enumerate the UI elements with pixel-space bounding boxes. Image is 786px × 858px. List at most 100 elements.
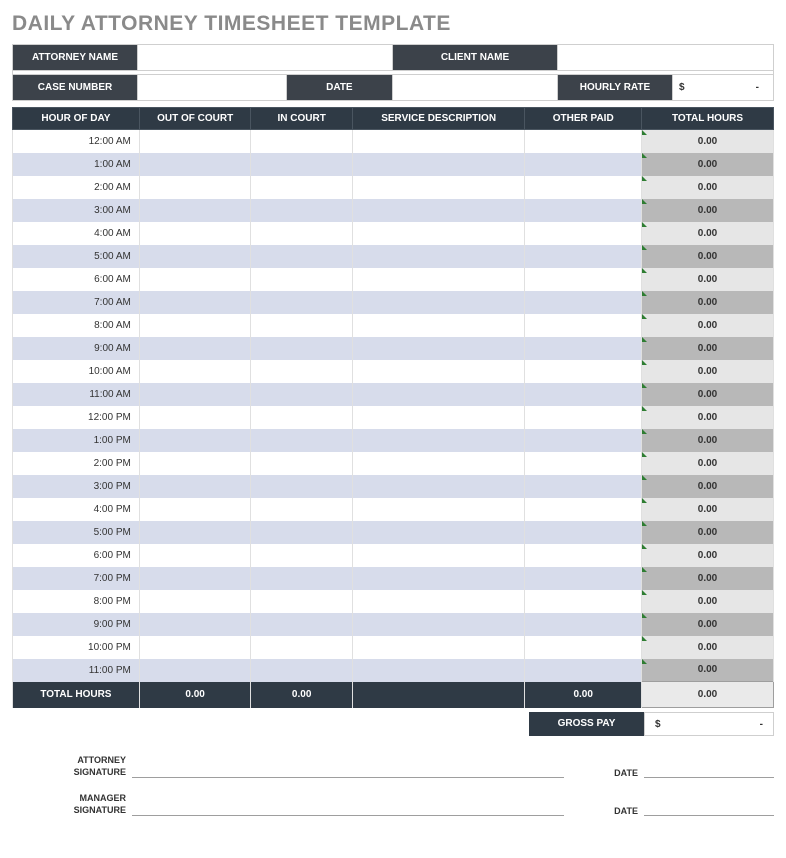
cell-desc[interactable] <box>352 659 524 682</box>
attorney-date-line[interactable] <box>644 756 774 778</box>
cell-desc[interactable] <box>352 429 524 452</box>
cell-desc[interactable] <box>352 498 524 521</box>
manager-signature-line[interactable] <box>132 794 564 816</box>
case-number-field[interactable] <box>138 75 287 101</box>
cell-out[interactable] <box>139 291 251 314</box>
cell-in[interactable] <box>251 337 352 360</box>
cell-out[interactable] <box>139 521 251 544</box>
cell-other[interactable] <box>525 475 642 498</box>
cell-desc[interactable] <box>352 130 524 153</box>
cell-in[interactable] <box>251 475 352 498</box>
cell-in[interactable] <box>251 245 352 268</box>
cell-desc[interactable] <box>352 475 524 498</box>
cell-desc[interactable] <box>352 406 524 429</box>
cell-in[interactable] <box>251 153 352 176</box>
cell-other[interactable] <box>525 337 642 360</box>
cell-other[interactable] <box>525 544 642 567</box>
cell-desc[interactable] <box>352 199 524 222</box>
cell-in[interactable] <box>251 636 352 659</box>
cell-in[interactable] <box>251 406 352 429</box>
cell-in[interactable] <box>251 659 352 682</box>
cell-desc[interactable] <box>352 521 524 544</box>
cell-in[interactable] <box>251 130 352 153</box>
manager-date-line[interactable] <box>644 794 774 816</box>
cell-out[interactable] <box>139 659 251 682</box>
date-field[interactable] <box>393 75 558 101</box>
cell-other[interactable] <box>525 452 642 475</box>
cell-other[interactable] <box>525 199 642 222</box>
cell-out[interactable] <box>139 176 251 199</box>
cell-desc[interactable] <box>352 222 524 245</box>
cell-in[interactable] <box>251 291 352 314</box>
cell-in[interactable] <box>251 176 352 199</box>
cell-other[interactable] <box>525 153 642 176</box>
cell-in[interactable] <box>251 498 352 521</box>
cell-out[interactable] <box>139 383 251 406</box>
cell-out[interactable] <box>139 636 251 659</box>
cell-other[interactable] <box>525 314 642 337</box>
cell-in[interactable] <box>251 383 352 406</box>
cell-out[interactable] <box>139 544 251 567</box>
attorney-signature-line[interactable] <box>132 756 564 778</box>
cell-desc[interactable] <box>352 383 524 406</box>
cell-desc[interactable] <box>352 567 524 590</box>
cell-in[interactable] <box>251 268 352 291</box>
gross-pay-field[interactable]: $ - <box>644 712 774 736</box>
cell-other[interactable] <box>525 176 642 199</box>
cell-in[interactable] <box>251 590 352 613</box>
cell-other[interactable] <box>525 360 642 383</box>
cell-other[interactable] <box>525 429 642 452</box>
cell-other[interactable] <box>525 659 642 682</box>
cell-in[interactable] <box>251 567 352 590</box>
cell-desc[interactable] <box>352 153 524 176</box>
cell-in[interactable] <box>251 222 352 245</box>
cell-out[interactable] <box>139 153 251 176</box>
cell-desc[interactable] <box>352 452 524 475</box>
cell-other[interactable] <box>525 613 642 636</box>
cell-out[interactable] <box>139 406 251 429</box>
cell-desc[interactable] <box>352 245 524 268</box>
cell-in[interactable] <box>251 613 352 636</box>
cell-in[interactable] <box>251 360 352 383</box>
cell-desc[interactable] <box>352 544 524 567</box>
cell-other[interactable] <box>525 590 642 613</box>
cell-desc[interactable] <box>352 613 524 636</box>
cell-other[interactable] <box>525 130 642 153</box>
cell-desc[interactable] <box>352 314 524 337</box>
cell-out[interactable] <box>139 199 251 222</box>
cell-desc[interactable] <box>352 268 524 291</box>
cell-desc[interactable] <box>352 590 524 613</box>
cell-in[interactable] <box>251 429 352 452</box>
attorney-name-field[interactable] <box>138 45 393 71</box>
cell-desc[interactable] <box>352 636 524 659</box>
cell-other[interactable] <box>525 291 642 314</box>
cell-out[interactable] <box>139 360 251 383</box>
cell-out[interactable] <box>139 452 251 475</box>
cell-out[interactable] <box>139 314 251 337</box>
cell-out[interactable] <box>139 475 251 498</box>
cell-out[interactable] <box>139 222 251 245</box>
cell-out[interactable] <box>139 613 251 636</box>
hourly-rate-field[interactable]: $ - <box>673 75 774 101</box>
cell-in[interactable] <box>251 452 352 475</box>
cell-other[interactable] <box>525 498 642 521</box>
cell-in[interactable] <box>251 314 352 337</box>
cell-other[interactable] <box>525 406 642 429</box>
cell-in[interactable] <box>251 521 352 544</box>
cell-out[interactable] <box>139 429 251 452</box>
cell-in[interactable] <box>251 199 352 222</box>
cell-other[interactable] <box>525 222 642 245</box>
cell-in[interactable] <box>251 544 352 567</box>
cell-out[interactable] <box>139 337 251 360</box>
cell-desc[interactable] <box>352 337 524 360</box>
cell-other[interactable] <box>525 636 642 659</box>
cell-desc[interactable] <box>352 291 524 314</box>
cell-out[interactable] <box>139 130 251 153</box>
cell-desc[interactable] <box>352 176 524 199</box>
cell-out[interactable] <box>139 498 251 521</box>
cell-other[interactable] <box>525 567 642 590</box>
cell-out[interactable] <box>139 567 251 590</box>
cell-out[interactable] <box>139 590 251 613</box>
cell-other[interactable] <box>525 383 642 406</box>
cell-other[interactable] <box>525 521 642 544</box>
